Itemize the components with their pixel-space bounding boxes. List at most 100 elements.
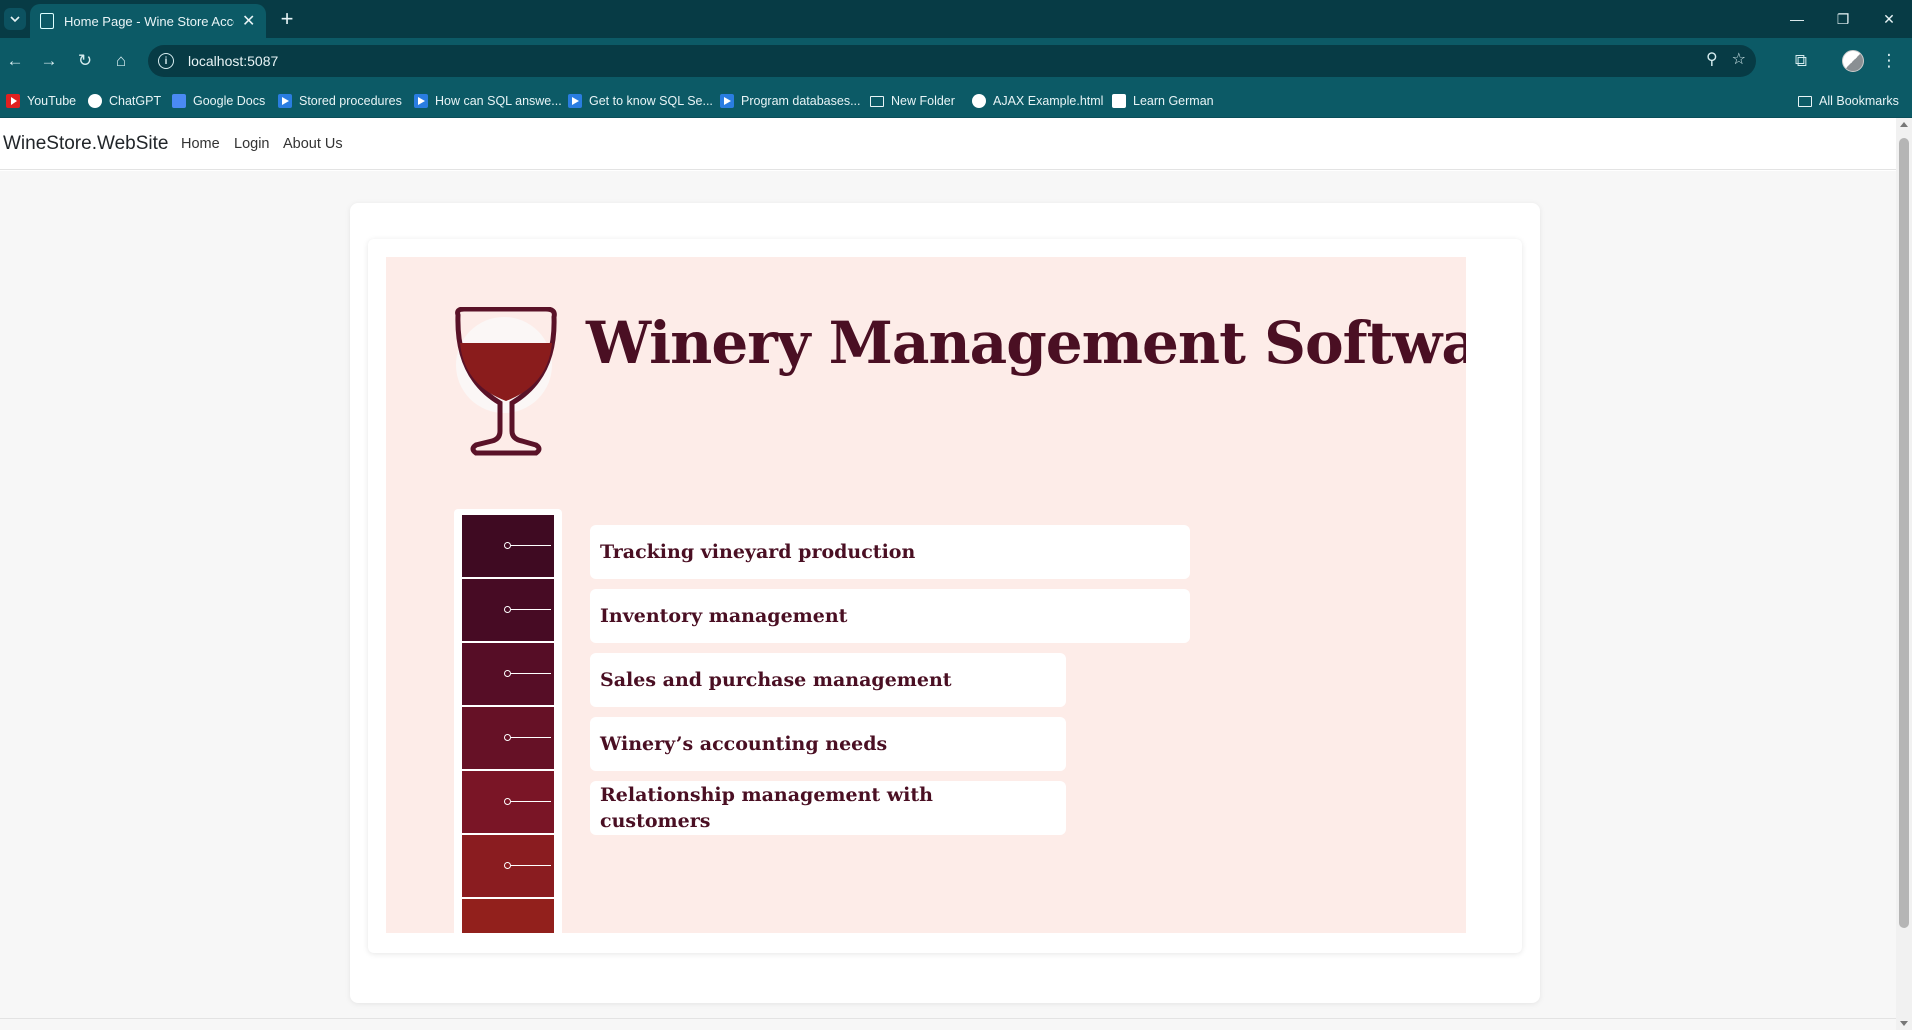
- feature-label: Sales and purchase management: [600, 669, 952, 691]
- connector-line: [511, 737, 551, 738]
- image-card: Winery Management Software Tracking vine…: [368, 239, 1522, 953]
- feature-item: Relationship management with customers: [590, 781, 1066, 835]
- feature-item: Inventory management: [590, 589, 1190, 643]
- bookmark-google-docs[interactable]: Google Docs: [172, 91, 265, 111]
- bookmark-label: YouTube: [27, 94, 77, 108]
- stack-block: [462, 707, 554, 769]
- connector-dot: [504, 606, 511, 613]
- active-tab[interactable]: Home Page - Wine Store Accou ✕: [30, 4, 266, 38]
- connector-line: [511, 865, 551, 866]
- connector-line: [511, 801, 551, 802]
- connector-line: [511, 609, 551, 610]
- scroll-down-arrow-icon[interactable]: [1900, 1021, 1908, 1026]
- connector-line: [511, 545, 551, 546]
- browser-toolbar: ← → ↻ ⌂ i localhost:5087 ⚲ ☆ ⧉ ⋮: [0, 38, 1912, 84]
- nav-about-us-link[interactable]: About Us: [283, 136, 343, 152]
- learn-german-icon: [1112, 94, 1126, 108]
- stack-block: [462, 835, 554, 897]
- chevron-down-icon: [10, 15, 20, 22]
- bookmark-label: Google Docs: [193, 94, 266, 108]
- url-text[interactable]: localhost:5087: [188, 53, 278, 69]
- connector-dot: [504, 542, 511, 549]
- connector-dot: [504, 862, 511, 869]
- all-bookmarks[interactable]: All Bookmarks: [1798, 91, 1899, 111]
- main-content: Winery Management Software Tracking vine…: [0, 171, 1896, 1030]
- close-window-button[interactable]: ✕: [1866, 0, 1912, 38]
- address-bar[interactable]: i localhost:5087 ⚲ ☆: [148, 45, 1756, 77]
- bookmarks-bar: YouTube ChatGPT Google Docs Stored proce…: [0, 84, 1912, 118]
- nav-login-link[interactable]: Login: [234, 136, 269, 152]
- page-scrollbar[interactable]: [1896, 118, 1912, 1030]
- bookmark-ajax-example[interactable]: AJAX Example.html: [972, 91, 1103, 111]
- bookmark-label: New Folder: [891, 94, 955, 108]
- bookmark-label: Learn German: [1133, 94, 1214, 108]
- winery-banner-image: Winery Management Software Tracking vine…: [386, 257, 1466, 933]
- globe-icon: [972, 94, 986, 108]
- barrel-stack: [454, 509, 562, 933]
- bookmark-label: ChatGPT: [109, 94, 162, 108]
- close-tab-icon[interactable]: ✕: [242, 11, 255, 31]
- feature-label: Tracking vineyard production: [600, 541, 916, 563]
- chatgpt-icon: [88, 94, 102, 108]
- bookmark-label: Get to know SQL Se...: [589, 94, 713, 108]
- tab-title: Home Page - Wine Store Accou: [64, 13, 234, 29]
- minimize-button[interactable]: —: [1774, 0, 1820, 38]
- site-info-icon[interactable]: i: [158, 53, 174, 69]
- bookmark-stored-procedures[interactable]: Stored procedures: [278, 91, 402, 111]
- nav-home-link[interactable]: Home: [181, 136, 220, 152]
- bookmark-label: Program databases...: [741, 94, 861, 108]
- forward-icon[interactable]: →: [36, 48, 62, 74]
- feature-label: Winery’s accounting needs: [600, 733, 888, 755]
- feature-label-line2: customers: [600, 810, 711, 832]
- scroll-thumb[interactable]: [1899, 138, 1909, 928]
- stack-block: [462, 771, 554, 833]
- site-navbar: WineStore.WebSite Home Login About Us: [0, 118, 1896, 170]
- menu-icon[interactable]: ⋮: [1876, 48, 1902, 74]
- extensions-icon[interactable]: ⧉: [1788, 48, 1814, 74]
- video-icon: [720, 94, 734, 108]
- avatar: [1842, 50, 1864, 72]
- all-bookmarks-label: All Bookmarks: [1819, 94, 1899, 108]
- bookmark-star-icon[interactable]: ☆: [1732, 49, 1746, 69]
- profile-button[interactable]: [1840, 48, 1866, 74]
- bookmark-chatgpt[interactable]: ChatGPT: [88, 91, 161, 111]
- reload-icon[interactable]: ↻: [72, 48, 98, 74]
- feature-label: Relationship management with: [600, 784, 933, 806]
- bookmark-sql-answer[interactable]: How can SQL answe...: [414, 91, 562, 111]
- browser-tab-bar: Home Page - Wine Store Accou ✕ + — ❐ ✕: [0, 0, 1912, 38]
- connector-dot: [504, 734, 511, 741]
- web-page: WineStore.WebSite Home Login About Us Wi…: [0, 118, 1912, 1030]
- bookmark-new-folder[interactable]: New Folder: [870, 91, 955, 111]
- window-controls: — ❐ ✕: [1774, 0, 1912, 38]
- bookmark-learn-german[interactable]: Learn German: [1112, 91, 1214, 111]
- back-icon[interactable]: ←: [2, 48, 28, 74]
- site-brand[interactable]: WineStore.WebSite: [3, 133, 168, 155]
- bookmark-label: Stored procedures: [299, 94, 402, 108]
- feature-item: Sales and purchase management: [590, 653, 1066, 707]
- new-tab-button[interactable]: +: [274, 6, 300, 32]
- feature-item: Tracking vineyard production: [590, 525, 1190, 579]
- content-card: Winery Management Software Tracking vine…: [350, 203, 1540, 1003]
- scroll-up-arrow-icon[interactable]: [1900, 122, 1908, 127]
- home-icon[interactable]: ⌂: [108, 48, 134, 74]
- restore-button[interactable]: ❐: [1820, 0, 1866, 38]
- bookmark-label: How can SQL answe...: [435, 94, 562, 108]
- bookmark-sql-server[interactable]: Get to know SQL Se...: [568, 91, 713, 111]
- stack-block: [462, 579, 554, 641]
- folder-icon: [870, 95, 884, 107]
- folder-icon: [1798, 95, 1812, 107]
- bookmark-youtube[interactable]: YouTube: [6, 91, 76, 111]
- video-icon: [568, 94, 582, 108]
- tab-search-button[interactable]: [4, 8, 26, 30]
- connector-dot: [504, 670, 511, 677]
- google-docs-icon: [172, 94, 186, 108]
- page-icon: [40, 13, 54, 29]
- footer-divider: [0, 1018, 1896, 1019]
- banner-title: Winery Management Software: [586, 309, 1466, 377]
- stack-block: [462, 899, 554, 933]
- video-icon: [414, 94, 428, 108]
- connector-dot: [504, 798, 511, 805]
- connector-line: [511, 673, 551, 674]
- bookmark-program-databases[interactable]: Program databases...: [720, 91, 861, 111]
- zoom-icon[interactable]: ⚲: [1706, 49, 1718, 69]
